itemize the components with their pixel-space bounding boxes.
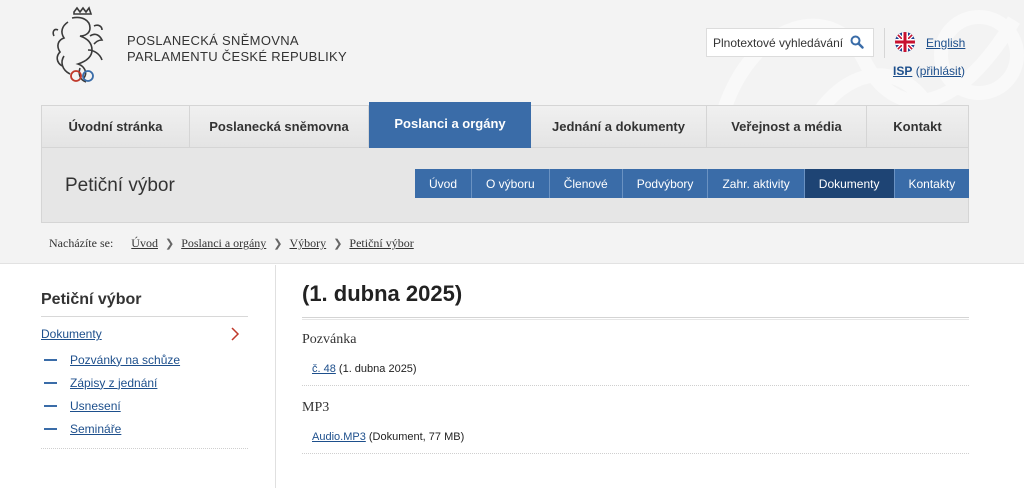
list-item: Zápisy z jednání (41, 371, 180, 394)
document-info: (1. dubna 2025) (335, 363, 417, 375)
list-item: Pozvánky na schůze (41, 348, 180, 371)
document-row: č. 48 (1. dubna 2025) (312, 363, 417, 375)
document-row: Audio.MP3 (Dokument, 77 MB) (312, 431, 464, 443)
document-link[interactable]: č. 48 (312, 363, 336, 375)
list-item: Usnesení (41, 394, 180, 417)
chevron-right-icon: ❯ (273, 238, 283, 250)
isp-paren-close: ) (961, 64, 966, 78)
dash-icon (44, 381, 57, 384)
subnav-zahr-aktivity[interactable]: Zahr. aktivity (708, 169, 805, 198)
sidebar-bottom-rule (41, 448, 248, 449)
isp-link[interactable]: ISP (893, 64, 912, 78)
subnav-clenove[interactable]: Členové (549, 169, 623, 198)
sidebar-divider (275, 265, 276, 488)
document-info: (Dokument, 77 MB) (365, 431, 465, 443)
sidebar-item-zapisy[interactable]: Zápisy z jednání (70, 376, 157, 390)
org-name-line1: POSLANECKÁ SNĚMOVNA (127, 33, 299, 48)
dash-icon (44, 358, 57, 361)
subnav-uvod[interactable]: Úvod (415, 169, 473, 198)
organization-name: POSLANECKÁ SNĚMOVNA PARLAMENTU ČESKÉ REP… (127, 33, 347, 65)
english-language-link[interactable]: English (926, 36, 965, 50)
breadcrumb-item[interactable]: Petiční výbor (349, 236, 413, 251)
sidebar-item-dokumenty[interactable]: Dokumenty (41, 327, 241, 341)
document-category-pozvanka: Pozvánka (302, 332, 357, 347)
login-link[interactable]: přihlásit (920, 64, 961, 78)
org-name-line2: PARLAMENTU ČESKÉ REPUBLIKY (127, 49, 347, 64)
subnav-o-vyboru[interactable]: O výboru (472, 169, 550, 198)
search-box (706, 28, 874, 57)
chevron-right-icon (231, 327, 240, 341)
committee-subnav: Úvod O výboru Členové Podvýbory Zahr. ak… (415, 169, 970, 198)
isp-login: ISP (přihlásit) (893, 64, 965, 78)
breadcrumb-item[interactable]: Výbory (290, 236, 327, 251)
main-navigation: Úvodní stránka Poslanecká sněmovna Posla… (41, 102, 969, 150)
sidebar-title: Petiční výbor (41, 291, 142, 308)
sidebar-title-rule (41, 316, 248, 317)
breadcrumb-item[interactable]: Úvod (131, 236, 158, 251)
search-icon[interactable] (850, 35, 864, 49)
chevron-right-icon: ❯ (333, 238, 343, 250)
subnav-podvybory[interactable]: Podvýbory (622, 169, 709, 198)
nav-item-poslanecka-snemovna[interactable]: Poslanecká sněmovna (190, 106, 369, 147)
breadcrumb-label: Nacházíte se: (49, 236, 114, 250)
document-category-mp3: MP3 (302, 400, 330, 415)
chevron-right-icon: ❯ (164, 238, 175, 250)
subnav-dokumenty[interactable]: Dokumenty (804, 169, 895, 198)
dash-icon (44, 404, 57, 407)
nav-item-jednani-a-dokumenty[interactable]: Jednání a dokumenty (531, 106, 707, 147)
sidebar-item-usneseni[interactable]: Usnesení (70, 399, 121, 413)
search-input[interactable] (707, 29, 847, 56)
divider (302, 385, 969, 386)
section-title: Petiční výbor (65, 175, 175, 196)
list-item: Semináře (41, 417, 180, 440)
nav-item-verejnost-a-media[interactable]: Veřejnost a média (707, 106, 867, 147)
section-header: Petiční výbor Úvod O výboru Členové Podv… (41, 148, 970, 223)
nav-item-uvodni-stranka[interactable]: Úvodní stránka (42, 106, 190, 147)
nav-item-kontakt[interactable]: Kontakt (867, 106, 968, 147)
subnav-kontakty[interactable]: Kontakty (894, 169, 970, 198)
uk-flag-icon[interactable] (895, 32, 915, 52)
sidebar-item-pozvanky[interactable]: Pozvánky na schůze (70, 353, 180, 367)
divider (302, 453, 969, 454)
title-rule (302, 317, 969, 320)
page-title: (1. dubna 2025) (302, 281, 463, 306)
document-link[interactable]: Audio.MP3 (312, 431, 366, 443)
decorative-background-ornament (717, 10, 1024, 120)
parliament-lion-logo-icon (52, 6, 104, 83)
header-separator (884, 28, 885, 58)
sidebar-submenu: Pozvánky na schůze Zápisy z jednání Usne… (41, 348, 180, 440)
breadcrumb: Nacházíte se: Úvod ❯ Poslanci a orgány ❯… (49, 236, 414, 251)
dash-icon (44, 427, 57, 430)
sidebar-item-seminare[interactable]: Semináře (70, 422, 121, 436)
nav-item-poslanci-a-organy[interactable]: Poslanci a orgány (369, 102, 531, 150)
breadcrumb-item[interactable]: Poslanci a orgány (181, 236, 266, 251)
